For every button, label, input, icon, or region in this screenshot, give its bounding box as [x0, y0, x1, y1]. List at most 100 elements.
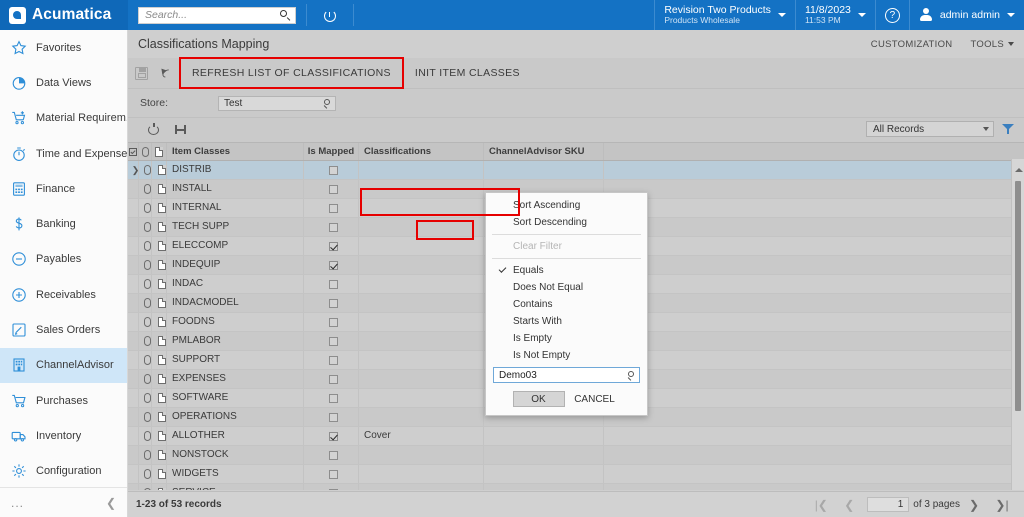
- first-page-icon[interactable]: |❮: [807, 492, 835, 517]
- row-expander[interactable]: [128, 256, 139, 274]
- filter-menu-item[interactable]: Starts With: [486, 313, 647, 330]
- store-input[interactable]: Test: [218, 95, 336, 111]
- cell-is-mapped[interactable]: [304, 408, 359, 426]
- cell-classifications[interactable]: [359, 275, 484, 293]
- next-page-icon[interactable]: ❯: [960, 492, 988, 517]
- row-notes-cell[interactable]: [152, 446, 167, 464]
- row-notes-cell[interactable]: [152, 199, 167, 217]
- search-box[interactable]: [138, 6, 296, 24]
- sidebar-item-purchases[interactable]: Purchases: [0, 383, 127, 418]
- cell-is-mapped[interactable]: [304, 218, 359, 236]
- row-files-cell[interactable]: [139, 370, 152, 388]
- checkbox-icon[interactable]: [329, 260, 338, 270]
- datetime-selector[interactable]: 11/8/2023 11:53 PM: [794, 0, 875, 30]
- row-files-cell[interactable]: [139, 446, 152, 464]
- cell-item-classes[interactable]: ELECCOMP: [167, 237, 304, 255]
- row-expander[interactable]: [128, 351, 139, 369]
- cell-classifications[interactable]: [359, 332, 484, 350]
- cell-classifications[interactable]: [359, 161, 484, 179]
- cell-classifications[interactable]: [359, 484, 484, 490]
- row-notes-cell[interactable]: [152, 370, 167, 388]
- row-files-cell[interactable]: [139, 313, 152, 331]
- cell-item-classes[interactable]: SOFTWARE: [167, 389, 304, 407]
- row-expander[interactable]: [128, 199, 139, 217]
- cell-is-mapped[interactable]: [304, 351, 359, 369]
- cell-item-classes[interactable]: OPERATIONS: [167, 408, 304, 426]
- row-files-cell[interactable]: [139, 427, 152, 445]
- row-expander[interactable]: [128, 237, 139, 255]
- row-files-cell[interactable]: [139, 237, 152, 255]
- help-button[interactable]: ?: [874, 0, 909, 30]
- column-header-channeladvisor-sku[interactable]: ChannelAdvisor SKU: [484, 143, 604, 160]
- sidebar-item-inventory[interactable]: Inventory: [0, 418, 127, 453]
- scrollbar-thumb[interactable]: [1015, 181, 1021, 411]
- cell-is-mapped[interactable]: [304, 484, 359, 490]
- sidebar-item-favorites[interactable]: Favorites: [0, 30, 127, 65]
- checkbox-icon[interactable]: [329, 241, 338, 251]
- scroll-up-arrow-icon[interactable]: [1015, 168, 1023, 172]
- table-row[interactable]: NONSTOCK: [128, 446, 1024, 465]
- refresh-list-of-classifications-button[interactable]: REFRESH LIST OF CLASSIFICATIONS: [179, 57, 404, 89]
- cell-classifications[interactable]: Cover: [359, 427, 484, 445]
- row-notes-cell[interactable]: [152, 161, 167, 179]
- row-expander[interactable]: [128, 275, 139, 293]
- row-notes-cell[interactable]: [152, 408, 167, 426]
- filter-menu-item[interactable]: Sort Descending: [486, 214, 647, 231]
- row-notes-cell[interactable]: [152, 484, 167, 490]
- cell-item-classes[interactable]: INSTALL: [167, 180, 304, 198]
- page-number-input[interactable]: 1: [867, 497, 910, 512]
- cell-classifications[interactable]: [359, 294, 484, 312]
- row-notes-cell[interactable]: [152, 294, 167, 312]
- row-expander[interactable]: [128, 218, 139, 236]
- cell-item-classes[interactable]: NONSTOCK: [167, 446, 304, 464]
- checkbox-icon[interactable]: [329, 317, 338, 327]
- row-expander[interactable]: [128, 370, 139, 388]
- cell-channeladvisor-sku[interactable]: [484, 161, 604, 179]
- filter-funnel-icon[interactable]: [1002, 123, 1014, 135]
- checkbox-icon[interactable]: [329, 431, 338, 441]
- cell-classifications[interactable]: [359, 180, 484, 198]
- checkbox-icon[interactable]: [329, 374, 338, 384]
- cell-classifications[interactable]: [359, 313, 484, 331]
- magnifier-icon[interactable]: [323, 98, 332, 108]
- row-notes-cell[interactable]: [152, 275, 167, 293]
- row-files-cell[interactable]: [139, 465, 152, 483]
- cell-is-mapped[interactable]: [304, 199, 359, 217]
- filter-cancel-button[interactable]: CANCEL: [569, 391, 621, 407]
- sidebar-item-payables[interactable]: Payables: [0, 242, 127, 277]
- cell-is-mapped[interactable]: [304, 237, 359, 255]
- search-input[interactable]: [145, 9, 280, 21]
- row-notes-cell[interactable]: [152, 389, 167, 407]
- cell-is-mapped[interactable]: [304, 294, 359, 312]
- search-icon[interactable]: [280, 9, 291, 21]
- cell-item-classes[interactable]: SERVICE: [167, 484, 304, 490]
- grid-vertical-scrollbar[interactable]: [1011, 159, 1024, 490]
- row-files-cell[interactable]: [139, 389, 152, 407]
- cell-channeladvisor-sku[interactable]: [484, 465, 604, 483]
- timer-button[interactable]: [307, 0, 353, 30]
- row-expander[interactable]: [128, 332, 139, 350]
- cell-is-mapped[interactable]: [304, 256, 359, 274]
- cell-is-mapped[interactable]: [304, 180, 359, 198]
- cell-is-mapped[interactable]: [304, 389, 359, 407]
- cell-classifications[interactable]: [359, 237, 484, 255]
- cell-classifications[interactable]: [359, 351, 484, 369]
- sidebar-item-finance[interactable]: Finance: [0, 171, 127, 206]
- tools-menu[interactable]: TOOLS: [970, 39, 1014, 50]
- cell-item-classes[interactable]: FOODNS: [167, 313, 304, 331]
- cell-is-mapped[interactable]: [304, 332, 359, 350]
- row-files-cell[interactable]: [139, 294, 152, 312]
- filter-menu-item[interactable]: Contains: [486, 296, 647, 313]
- save-button[interactable]: [128, 58, 154, 88]
- sidebar-item-banking[interactable]: Banking: [0, 206, 127, 241]
- filter-menu-item[interactable]: Is Not Empty: [486, 347, 647, 364]
- table-row[interactable]: ALLOTHER Cover: [128, 427, 1024, 446]
- checkbox-icon[interactable]: [329, 450, 338, 460]
- row-expander[interactable]: [128, 408, 139, 426]
- checkbox-icon[interactable]: [329, 393, 338, 403]
- cell-item-classes[interactable]: INDEQUIP: [167, 256, 304, 274]
- row-notes-cell[interactable]: [152, 180, 167, 198]
- cell-item-classes[interactable]: PMLABOR: [167, 332, 304, 350]
- checkbox-icon[interactable]: [329, 469, 338, 479]
- cell-is-mapped[interactable]: [304, 370, 359, 388]
